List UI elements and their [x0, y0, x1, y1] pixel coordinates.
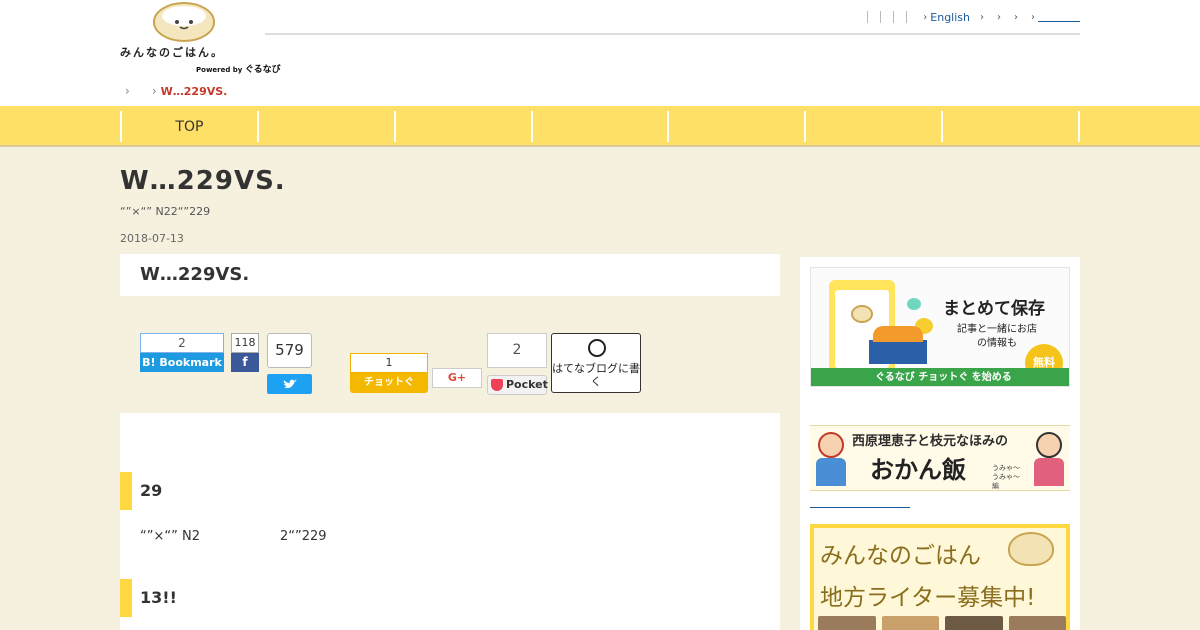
banner-title: 西原理恵子と枝元なほみの — [852, 434, 1009, 449]
nav-link[interactable]: › — [997, 12, 1004, 23]
food-photos — [818, 616, 1066, 630]
chevron-right-icon: › — [923, 11, 928, 23]
sidebar: まとめて保存 記事と一緒にお店の情報も 無料 ぐるなび チョットぐ を始める 西… — [800, 257, 1080, 630]
chevron-right-icon: › — [151, 84, 157, 98]
twitter-bird-icon — [283, 379, 297, 389]
hatena-blog-button[interactable]: はてなブログに書く — [551, 333, 641, 393]
category-item[interactable] — [530, 111, 668, 142]
character-illustration — [1032, 430, 1066, 488]
category-nav: TOP — [0, 106, 1200, 147]
character-illustration — [814, 430, 848, 488]
chotto-count: 1 — [350, 353, 428, 373]
chevron-right-icon: › — [980, 11, 984, 23]
nav-separator — [893, 11, 895, 23]
hatena-bookmark-button[interactable]: B! Bookmark — [140, 353, 224, 372]
banner-cta: ぐるなび チョットぐ を始める — [811, 368, 1069, 386]
twitter-share-button[interactable] — [267, 374, 312, 394]
header-divider — [265, 33, 1080, 35]
pocket-count: 2 — [487, 333, 547, 368]
category-item[interactable] — [941, 111, 1081, 142]
logo-powered-by: Powered by ぐるなび — [196, 65, 281, 75]
banner-title: みんなのごはん — [820, 543, 981, 569]
nav-link[interactable]: › — [1014, 12, 1021, 23]
publish-date: 2018-07-13 — [120, 232, 184, 245]
chevron-right-icon: › — [997, 11, 1001, 23]
chevron-right-icon: › — [125, 84, 130, 98]
share-buttons: 2 B! Bookmark 118 f 579 1 チョットぐ G+ 2 Poc… — [120, 330, 780, 400]
article-title-box: W…229VS. — [120, 254, 780, 296]
article-body: 29 “”×“” N2 2“”229 13!! — [120, 413, 780, 630]
chotto-button[interactable]: チョットぐ — [350, 373, 428, 393]
shop-illustration — [869, 326, 927, 364]
rice-bowl-icon — [153, 2, 215, 42]
banner-caption: うみゃ～うみゃ～編 — [992, 464, 1020, 490]
page-subtitle: “”×“” N22“”229 — [120, 205, 211, 218]
okanmeshi-banner[interactable]: 西原理恵子と枝元なほみの おかん飯 うみゃ～うみゃ～編 — [810, 425, 1070, 491]
category-item[interactable] — [804, 111, 941, 142]
facebook-share-count: 118 — [231, 333, 259, 353]
chevron-right-icon: › — [1031, 11, 1035, 23]
writer-recruit-banner[interactable]: みんなのごはん 地方ライター募集中! — [810, 524, 1070, 630]
logo-wordmark: みんなのごはん。 — [120, 46, 224, 59]
section-heading: 29 — [120, 472, 780, 510]
google-plus-button[interactable]: G+ — [432, 368, 482, 388]
page-title: W…229VS. — [120, 166, 286, 196]
nav-separator — [880, 11, 882, 23]
twitter-share-count: 579 — [267, 333, 312, 368]
chotto-promo-banner[interactable]: まとめて保存 記事と一緒にお店の情報も 無料 ぐるなび チョットぐ を始める — [810, 267, 1070, 387]
banner-heading: おかん飯 — [870, 455, 966, 484]
sidebar-link[interactable] — [810, 507, 910, 508]
body-text: 2“”229 — [280, 529, 327, 544]
banner-heading: 地方ライター募集中! — [820, 585, 1036, 611]
hatena-bookmark-count: 2 — [140, 333, 224, 353]
hatena-blog-icon — [588, 339, 606, 357]
category-item[interactable] — [256, 111, 394, 142]
category-item[interactable] — [393, 111, 531, 142]
banner-title: まとめて保存 — [943, 299, 1045, 319]
chevron-right-icon: › — [1014, 11, 1018, 23]
breadcrumb: › › W…229VS. — [125, 84, 227, 98]
nav-separator — [906, 11, 908, 23]
nav-link[interactable]: › — [980, 12, 987, 23]
site-header: みんなのごはん。 Powered by ぐるなび › English › › › … — [0, 0, 1200, 106]
section-heading: 13!! — [120, 579, 780, 617]
banner-subtitle: 記事と一緒にお店の情報も — [957, 324, 1037, 349]
heart-icon — [907, 298, 921, 310]
pocket-button[interactable]: Pocket — [487, 375, 548, 395]
site-logo[interactable]: みんなのごはん。 Powered by ぐるなび — [120, 2, 281, 75]
nav-separator — [867, 11, 869, 23]
breadcrumb-current: W…229VS. — [160, 84, 228, 98]
category-item[interactable] — [667, 111, 804, 142]
rice-bowl-icon — [1008, 532, 1054, 566]
nav-link-english[interactable]: › English — [923, 11, 970, 24]
category-item-top[interactable]: TOP — [120, 111, 257, 142]
nav-link[interactable]: › — [1031, 12, 1080, 23]
top-nav: › English › › › › — [861, 9, 1080, 25]
body-text: “”×“” N2 — [140, 529, 200, 544]
facebook-share-button[interactable]: f — [231, 353, 259, 372]
